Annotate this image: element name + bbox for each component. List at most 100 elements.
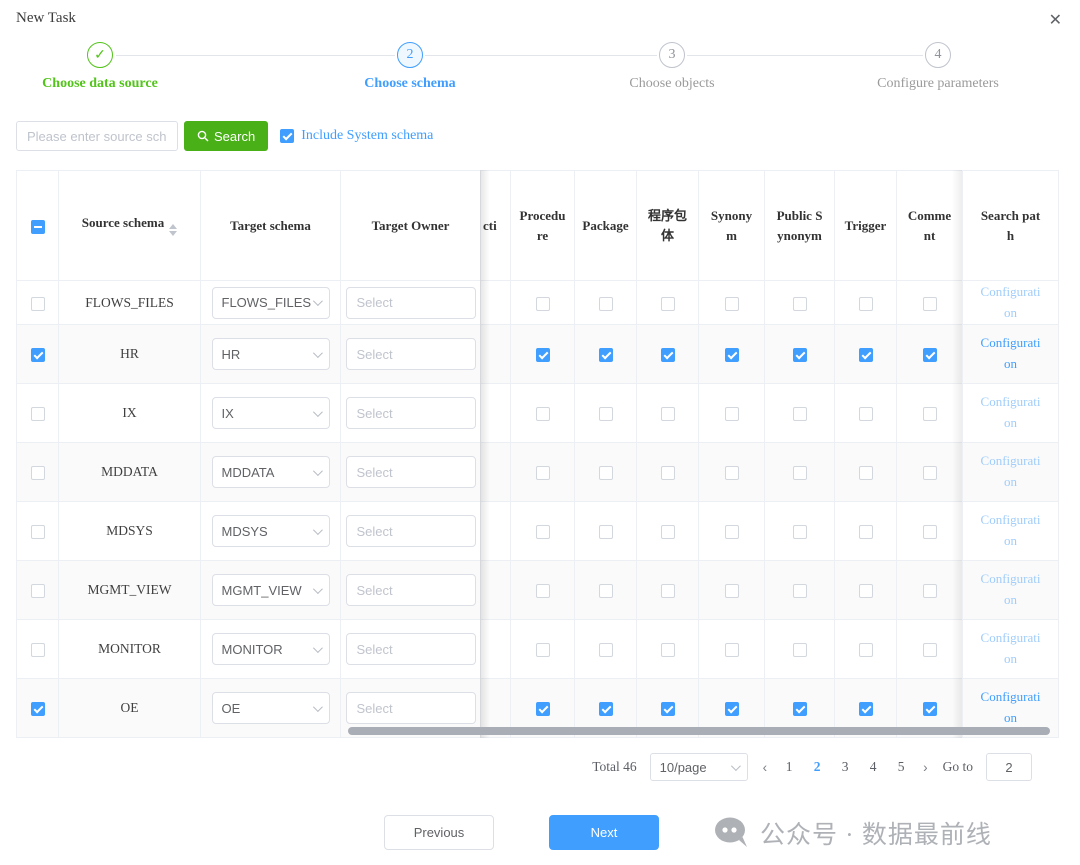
object-type-checkbox[interactable]	[535, 702, 550, 716]
object-type-checkbox[interactable]	[858, 702, 873, 716]
object-type-checkbox[interactable]	[598, 348, 613, 362]
configuration-link[interactable]: Configuration	[980, 569, 1042, 611]
page-size-select[interactable]: 10/page	[649, 753, 748, 781]
target-owner-select[interactable]: Select	[345, 286, 476, 319]
next-button[interactable]: Next	[549, 815, 659, 850]
page-number[interactable]: 3	[838, 759, 852, 775]
object-type-checkbox[interactable]	[535, 643, 550, 657]
configuration-link[interactable]: Configuration	[980, 282, 1042, 324]
object-type-checkbox[interactable]	[724, 466, 739, 480]
object-type-checkbox[interactable]	[724, 584, 739, 598]
row-select-checkbox[interactable]	[30, 348, 45, 362]
object-type-checkbox[interactable]	[660, 643, 675, 657]
object-type-checkbox[interactable]	[858, 466, 873, 480]
object-type-checkbox[interactable]	[792, 584, 807, 598]
configuration-link[interactable]: Configuration	[980, 392, 1042, 434]
page-number[interactable]: 4	[866, 759, 880, 775]
target-schema-select[interactable]: MONITOR	[211, 633, 330, 665]
object-type-checkbox[interactable]	[724, 296, 739, 311]
object-type-checkbox[interactable]	[858, 348, 873, 362]
header-source-schema[interactable]: Source schema	[58, 170, 201, 281]
object-type-checkbox[interactable]	[858, 407, 873, 421]
goto-page-input[interactable]	[986, 753, 1032, 781]
object-type-checkbox[interactable]	[858, 525, 873, 539]
row-select-checkbox[interactable]	[30, 407, 45, 421]
object-type-checkbox[interactable]	[660, 348, 675, 362]
target-schema-select[interactable]: MDSYS	[211, 515, 330, 547]
object-type-checkbox[interactable]	[792, 702, 807, 716]
object-type-checkbox[interactable]	[598, 702, 613, 716]
row-select-checkbox[interactable]	[30, 643, 45, 657]
page-number[interactable]: 5	[894, 759, 908, 775]
object-type-checkbox[interactable]	[922, 584, 937, 598]
target-owner-select[interactable]: Select	[345, 692, 476, 724]
object-type-checkbox[interactable]	[858, 584, 873, 598]
object-type-checkbox[interactable]	[792, 296, 807, 311]
target-owner-select[interactable]: Select	[345, 397, 476, 429]
object-type-checkbox[interactable]	[922, 466, 937, 480]
object-type-checkbox[interactable]	[660, 584, 675, 598]
target-owner-select[interactable]: Select	[345, 633, 476, 665]
object-type-checkbox[interactable]	[660, 466, 675, 480]
configuration-link[interactable]: Configuration	[980, 333, 1042, 375]
target-schema-select[interactable]: IX	[211, 397, 330, 429]
close-icon[interactable]: ✕	[1049, 10, 1062, 30]
configuration-link[interactable]: Configuration	[980, 628, 1042, 670]
object-type-checkbox[interactable]	[922, 407, 937, 421]
object-type-checkbox[interactable]	[792, 466, 807, 480]
configuration-link[interactable]: Configuration	[980, 510, 1042, 552]
object-type-checkbox[interactable]	[792, 525, 807, 539]
object-type-checkbox[interactable]	[792, 643, 807, 657]
object-type-checkbox[interactable]	[598, 407, 613, 421]
target-schema-select[interactable]: MGMT_VIEW	[211, 574, 330, 606]
object-type-checkbox[interactable]	[660, 525, 675, 539]
object-type-checkbox[interactable]	[598, 584, 613, 598]
object-type-checkbox[interactable]	[724, 643, 739, 657]
object-type-checkbox[interactable]	[598, 466, 613, 480]
object-type-checkbox[interactable]	[724, 525, 739, 539]
object-type-checkbox[interactable]	[535, 525, 550, 539]
configuration-link[interactable]: Configuration	[980, 687, 1042, 729]
object-type-checkbox[interactable]	[922, 348, 937, 362]
target-owner-select[interactable]: Select	[345, 338, 476, 370]
object-type-checkbox[interactable]	[724, 407, 739, 421]
object-type-checkbox[interactable]	[858, 643, 873, 657]
object-type-checkbox[interactable]	[724, 348, 739, 362]
object-type-checkbox[interactable]	[535, 584, 550, 598]
object-type-checkbox[interactable]	[922, 525, 937, 539]
next-page-arrow[interactable]: ›	[921, 760, 930, 775]
configuration-link[interactable]: Configuration	[980, 451, 1042, 493]
object-type-checkbox[interactable]	[535, 296, 550, 311]
page-number[interactable]: 2	[810, 759, 824, 775]
prev-page-arrow[interactable]: ‹	[761, 760, 770, 775]
object-type-checkbox[interactable]	[922, 702, 937, 716]
target-schema-select[interactable]: OE	[211, 692, 330, 724]
object-type-checkbox[interactable]	[792, 407, 807, 421]
target-schema-select[interactable]: HR	[211, 338, 330, 370]
target-schema-select[interactable]: MDDATA	[211, 456, 330, 488]
object-type-checkbox[interactable]	[598, 643, 613, 657]
row-select-checkbox[interactable]	[30, 702, 45, 716]
object-type-checkbox[interactable]	[660, 702, 675, 716]
object-type-checkbox[interactable]	[535, 466, 550, 480]
target-owner-select[interactable]: Select	[345, 515, 476, 547]
include-system-checkbox[interactable]	[280, 129, 295, 143]
object-type-checkbox[interactable]	[724, 702, 739, 716]
object-type-checkbox[interactable]	[535, 348, 550, 362]
search-input[interactable]	[16, 121, 178, 151]
select-all-checkbox[interactable]	[30, 219, 45, 234]
previous-button[interactable]: Previous	[384, 815, 494, 850]
object-type-checkbox[interactable]	[922, 643, 937, 657]
object-type-checkbox[interactable]	[598, 525, 613, 539]
object-type-checkbox[interactable]	[858, 296, 873, 311]
object-type-checkbox[interactable]	[922, 296, 937, 311]
object-type-checkbox[interactable]	[792, 348, 807, 362]
search-button[interactable]: Search	[184, 121, 269, 151]
object-type-checkbox[interactable]	[535, 407, 550, 421]
object-type-checkbox[interactable]	[660, 407, 675, 421]
target-owner-select[interactable]: Select	[345, 574, 476, 606]
row-select-checkbox[interactable]	[30, 584, 45, 598]
row-select-checkbox[interactable]	[30, 466, 45, 480]
row-select-checkbox[interactable]	[30, 525, 45, 539]
target-schema-select[interactable]: FLOWS_FILES	[211, 286, 330, 319]
